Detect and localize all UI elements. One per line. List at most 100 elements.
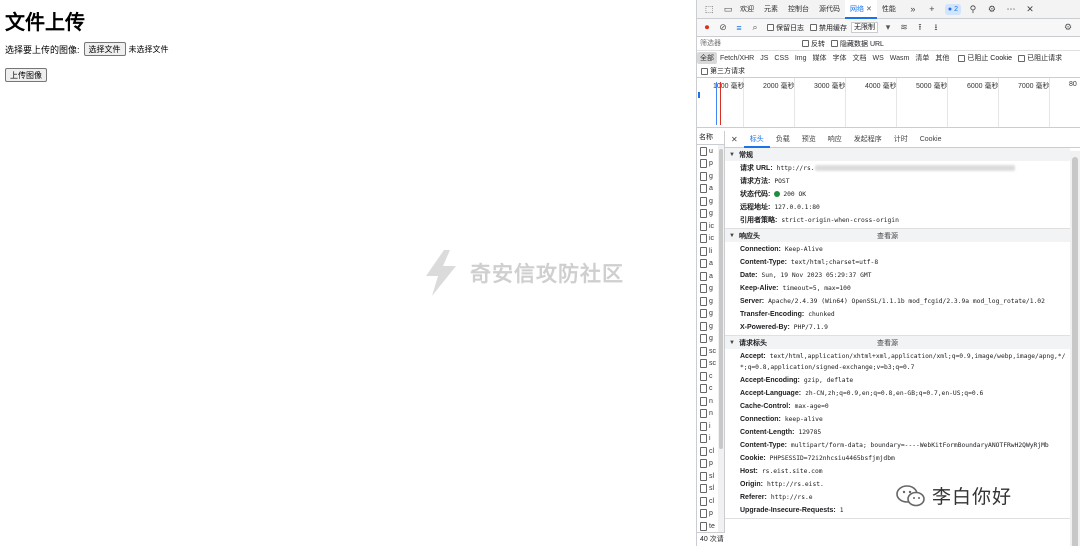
scrollbar-thumb[interactable] (719, 149, 723, 449)
resource-type-filter: 全部 Fetch/XHR JS CSS Img 媒体 字体 文档 WS Wasm… (697, 51, 1080, 65)
filter-row: 反转 隐藏数据 URL (697, 37, 1080, 51)
tab-network[interactable]: 网络 ✕ (845, 0, 877, 19)
tab-sources[interactable]: 源代码 (814, 0, 845, 19)
request-name: g (709, 297, 713, 305)
header-value: gzip, deflate (803, 377, 854, 384)
header-value: text/html,application/xhtml+xml,applicat… (740, 353, 1066, 371)
tab-response[interactable]: 响应 (822, 131, 848, 148)
tab-preview[interactable]: 预览 (796, 131, 822, 148)
type-css[interactable]: CSS (771, 54, 791, 63)
hide-data-urls-checkbox[interactable]: 隐藏数据 URL (831, 39, 884, 49)
timeline-tick: 6000 毫秒 (967, 83, 999, 90)
header-key: Content-Length: (740, 429, 795, 436)
network-timeline[interactable]: 1000 毫秒 2000 毫秒 3000 毫秒 4000 毫秒 5000 毫秒 … (697, 78, 1080, 128)
response-headers-header[interactable]: ▼ 响应头 查看源 (725, 229, 1070, 242)
header-value: keep-alive (784, 416, 823, 423)
status-ok-icon (774, 191, 781, 198)
filter-input[interactable] (700, 38, 796, 49)
type-wasm[interactable]: Wasm (887, 54, 913, 63)
request-name: p (709, 460, 713, 468)
header-key: Accept-Encoding: (740, 377, 800, 384)
response-headers-title: 响应头 (738, 232, 760, 240)
type-media[interactable]: 媒体 (809, 52, 829, 64)
view-source-link[interactable]: 查看源 (877, 231, 898, 241)
tab-console[interactable]: 控制台 (783, 0, 814, 19)
blocked-cookies-checkbox[interactable]: 已阻止 Cookie (958, 53, 1012, 63)
type-fetch-xhr[interactable]: Fetch/XHR (717, 54, 757, 63)
more-options-icon[interactable]: ⋯ (1004, 2, 1018, 16)
document-file-icon (700, 409, 707, 419)
close-devtools-icon[interactable]: ✕ (1023, 2, 1037, 16)
request-name: g (709, 285, 713, 293)
dom-content-loaded-marker (716, 82, 717, 125)
scrollbar-thumb[interactable] (1072, 157, 1078, 546)
header-value: Sun, 19 Nov 2023 05:29:37 GMT (761, 272, 872, 279)
tab-cookies[interactable]: Cookie (914, 131, 948, 148)
tab-timing[interactable]: 计时 (888, 131, 914, 148)
triangle-down-icon: ▼ (729, 151, 735, 158)
preserve-log-checkbox[interactable]: 保留日志 (767, 23, 804, 33)
header-row: Cache-Control: max-age=0 (725, 399, 1070, 412)
connection-icon[interactable]: ⚲ (966, 2, 980, 16)
settings-gear-icon[interactable]: ⚙ (985, 2, 999, 16)
type-ws[interactable]: WS (869, 54, 886, 63)
tab-welcome[interactable]: 欢迎 (735, 0, 759, 19)
clear-icon[interactable]: ⊘ (717, 22, 729, 34)
request-list-scrollbar[interactable] (718, 145, 724, 532)
chevron-down-icon[interactable]: ▾ (882, 22, 894, 34)
throttle-select[interactable]: 无限制 (851, 22, 878, 33)
issues-badge[interactable]: ● 2 (944, 3, 961, 15)
checkbox-box (767, 24, 774, 31)
more-tabs-icon[interactable]: » (906, 2, 920, 16)
name-column-header[interactable]: 名称 (697, 131, 724, 145)
timeline-tick: 2000 毫秒 (763, 83, 795, 90)
close-icon[interactable]: ✕ (731, 135, 738, 144)
detail-scrollbar[interactable] (1070, 151, 1080, 546)
document-file-icon (700, 309, 707, 319)
record-stop-icon[interactable]: ⏺ (701, 22, 713, 34)
invert-checkbox[interactable]: 反转 (802, 39, 825, 49)
network-settings-icon[interactable]: ⚙ (1062, 22, 1074, 34)
device-toolbar-icon[interactable]: ▭ (721, 2, 735, 16)
add-tab-icon[interactable]: + (925, 2, 939, 16)
document-file-icon (700, 509, 707, 519)
general-section-header[interactable]: ▼ 常规 (725, 148, 1070, 161)
search-icon[interactable]: ⌕ (749, 22, 761, 34)
close-icon[interactable]: ✕ (866, 6, 872, 13)
tab-initiator[interactable]: 发起程序 (848, 131, 888, 148)
request-url-row: 请求 URL: http://rs. (725, 161, 1070, 174)
type-js[interactable]: JS (757, 54, 771, 63)
filter-icon[interactable]: ≡ (733, 22, 745, 34)
export-icon[interactable]: ⭳ (930, 22, 942, 34)
tab-headers[interactable]: 标头 (743, 131, 770, 148)
header-value: timeout=5, max=100 (782, 285, 851, 292)
timeline-tick: 3000 毫秒 (814, 83, 846, 90)
page-title: 文件上传 (5, 12, 85, 34)
network-conditions-icon[interactable]: ≋ (898, 22, 910, 34)
blocked-requests-checkbox[interactable]: 已阻止请求 (1018, 53, 1062, 63)
type-manifest[interactable]: 清单 (912, 52, 932, 64)
upload-button[interactable]: 上传图像 (5, 68, 47, 82)
third-party-checkbox[interactable]: 第三方请求 (701, 66, 745, 76)
import-icon[interactable]: ⭱ (914, 22, 926, 34)
request-name: sl (709, 485, 715, 493)
tab-elements[interactable]: 元素 (759, 0, 783, 19)
request-headers-header[interactable]: ▼ 请求标头 查看源 (725, 336, 1070, 349)
header-value: multipart/form-data; boundary=----WebKit… (790, 442, 1049, 449)
inspect-icon[interactable]: ⬚ (702, 2, 716, 16)
tab-performance[interactable]: 性能 (877, 0, 901, 19)
header-row: Accept: text/html,application/xhtml+xml,a… (725, 349, 1070, 373)
invert-label: 反转 (811, 40, 825, 48)
tab-payload[interactable]: 负载 (770, 131, 796, 148)
type-other[interactable]: 其他 (932, 52, 952, 64)
type-all[interactable]: 全部 (697, 52, 717, 64)
type-font[interactable]: 字体 (829, 52, 849, 64)
type-img[interactable]: Img (792, 54, 810, 63)
header-key: X-Powered-By: (740, 324, 790, 331)
disable-cache-checkbox[interactable]: 禁用缓存 (810, 23, 847, 33)
type-doc[interactable]: 文档 (849, 52, 869, 64)
view-source-link[interactable]: 查看源 (877, 338, 898, 348)
network-split: 名称 u p g a g g ic ic li a a g g g g g sc sc c c n n i i cl p sl sl c… (697, 131, 1080, 546)
request-name: cl (709, 447, 715, 455)
choose-file-button[interactable]: 选择文件 (83, 42, 126, 56)
